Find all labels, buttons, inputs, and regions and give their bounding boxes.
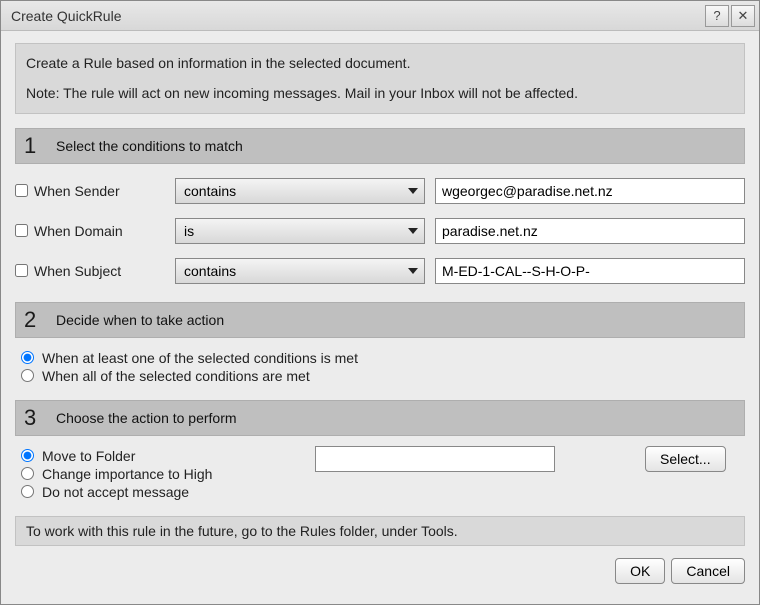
action-radio-group: Move to Folder Change importance to High… <box>15 446 315 502</box>
section-2-header: 2 Decide when to take action <box>15 302 745 338</box>
sender-checkbox[interactable] <box>15 184 28 197</box>
ok-button[interactable]: OK <box>615 558 665 584</box>
section-3-number: 3 <box>24 405 44 431</box>
condition-row-subject: When Subject contains <box>15 258 745 284</box>
sender-operator-dropdown[interactable]: contains <box>175 178 425 204</box>
dialog-window: Create QuickRule ? ✕ Create a Rule based… <box>0 0 760 605</box>
action-move-label: Move to Folder <box>42 448 135 464</box>
select-folder-button[interactable]: Select... <box>645 446 726 472</box>
chevron-down-icon <box>408 268 418 274</box>
sender-value-input[interactable] <box>435 178 745 204</box>
subject-value-input[interactable] <box>435 258 745 284</box>
section-1-title: Select the conditions to match <box>56 138 243 154</box>
condition-row-domain: When Domain is <box>15 218 745 244</box>
help-icon: ? <box>713 8 720 23</box>
section-2-title: Decide when to take action <box>56 312 224 328</box>
section-2-number: 2 <box>24 307 44 333</box>
domain-checkbox[interactable] <box>15 224 28 237</box>
folder-input[interactable] <box>315 446 555 472</box>
when-any-label: When at least one of the selected condit… <box>42 350 358 366</box>
domain-operator-dropdown[interactable]: is <box>175 218 425 244</box>
action-importance-label: Change importance to High <box>42 466 212 482</box>
close-button[interactable]: ✕ <box>731 5 755 27</box>
section-1-number: 1 <box>24 133 44 159</box>
domain-label: When Domain <box>34 223 123 239</box>
action-area: Move to Folder Change importance to High… <box>15 446 745 502</box>
sender-label: When Sender <box>34 183 120 199</box>
subject-label: When Subject <box>34 263 121 279</box>
when-any-radio[interactable] <box>21 351 34 364</box>
titlebar: Create QuickRule ? ✕ <box>1 1 759 31</box>
chevron-down-icon <box>408 228 418 234</box>
when-radio-group: When at least one of the selected condit… <box>15 348 745 386</box>
dialog-title: Create QuickRule <box>11 8 703 24</box>
intro-line-2: Note: The rule will act on new incoming … <box>26 82 734 104</box>
footer-note: To work with this rule in the future, go… <box>15 516 745 546</box>
intro-box: Create a Rule based on information in th… <box>15 43 745 114</box>
section-3-title: Choose the action to perform <box>56 410 237 426</box>
subject-operator-value: contains <box>184 263 236 279</box>
intro-line-1: Create a Rule based on information in th… <box>26 52 734 74</box>
when-all-radio[interactable] <box>21 369 34 382</box>
condition-row-sender: When Sender contains <box>15 178 745 204</box>
dialog-content: Create a Rule based on information in th… <box>1 31 759 604</box>
section-3-header: 3 Choose the action to perform <box>15 400 745 436</box>
subject-operator-dropdown[interactable]: contains <box>175 258 425 284</box>
action-reject-radio[interactable] <box>21 485 34 498</box>
domain-operator-value: is <box>184 223 194 239</box>
cancel-button[interactable]: Cancel <box>671 558 745 584</box>
subject-checkbox[interactable] <box>15 264 28 277</box>
sender-operator-value: contains <box>184 183 236 199</box>
action-reject-label: Do not accept message <box>42 484 189 500</box>
when-all-label: When all of the selected conditions are … <box>42 368 310 384</box>
help-button[interactable]: ? <box>705 5 729 27</box>
chevron-down-icon <box>408 188 418 194</box>
action-importance-radio[interactable] <box>21 467 34 480</box>
section-1-header: 1 Select the conditions to match <box>15 128 745 164</box>
dialog-buttons: OK Cancel <box>15 558 745 584</box>
domain-value-input[interactable] <box>435 218 745 244</box>
action-move-radio[interactable] <box>21 449 34 462</box>
close-icon: ✕ <box>738 8 749 24</box>
